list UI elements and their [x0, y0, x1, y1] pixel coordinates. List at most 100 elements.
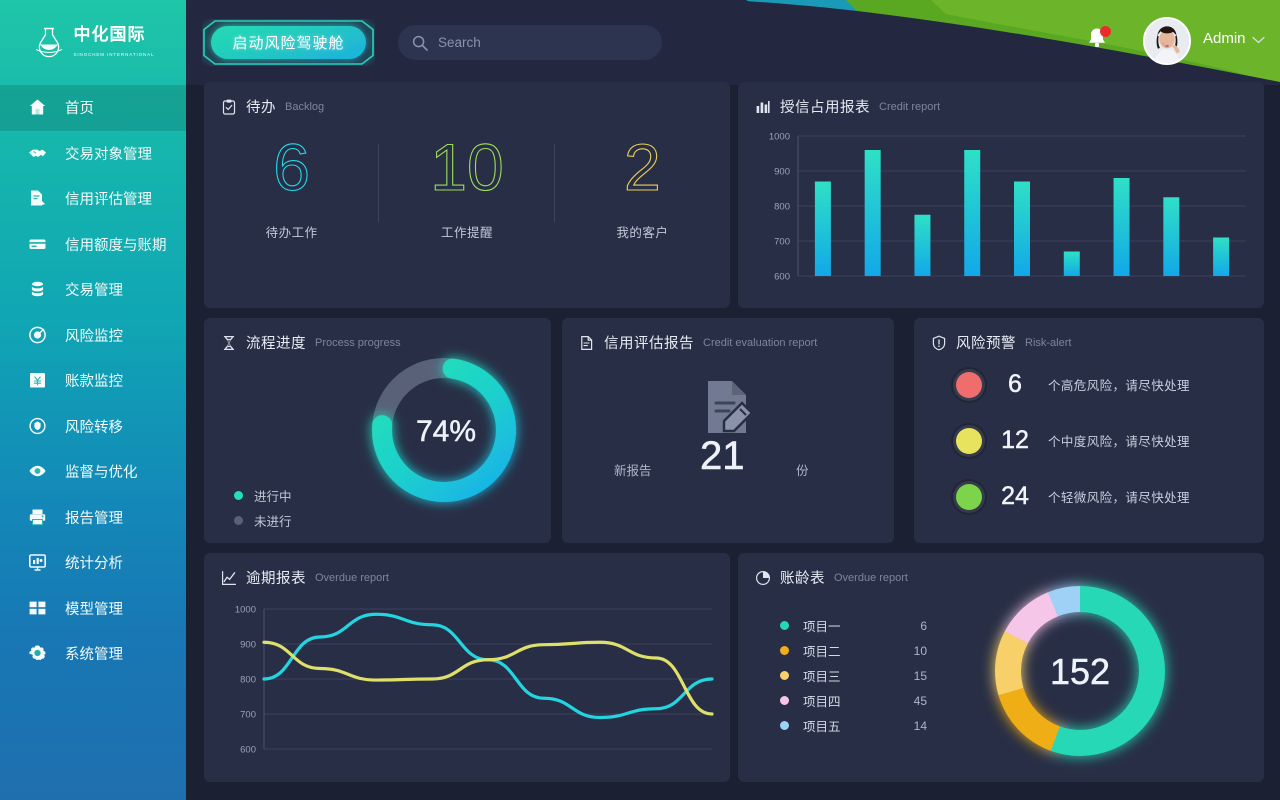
sidebar-item-7[interactable]: 账款监控 — [0, 358, 186, 404]
brand-logo[interactable]: 中化国际 SINOCHEM INTERNATIONAL — [0, 0, 186, 85]
risk-alert-row-2[interactable]: 12 个中度风险，请尽快处理 — [956, 426, 1190, 455]
search-box[interactable] — [398, 25, 662, 60]
brand-name-en: SINOCHEM INTERNATIONAL — [73, 51, 155, 57]
card-aging-report-title-en: Overdue report — [834, 571, 908, 584]
avatar[interactable] — [1143, 17, 1191, 65]
launch-risk-cockpit-button[interactable]: 启动风险驾驶舱 — [202, 19, 375, 66]
sidebar-item-3[interactable]: 信用评估管理 — [0, 176, 186, 222]
database-icon — [31, 282, 44, 297]
backlog-stat-label: 待办工作 — [265, 226, 318, 240]
card-risk-alert-title-en: Risk-alert — [1025, 336, 1072, 349]
risk-level-dot — [956, 483, 982, 510]
user-name[interactable]: Admin — [1203, 30, 1246, 47]
aging-legend-row-1[interactable]: 项目一 6 — [780, 613, 927, 638]
sidebar-item-10[interactable]: 报告管理 — [0, 495, 186, 541]
chevron-down-icon[interactable] — [1252, 36, 1265, 44]
credit-evaluation-unit: 份 — [796, 464, 809, 478]
sidebar-item-11[interactable]: 统计分析 — [0, 540, 186, 586]
search-input[interactable] — [438, 35, 648, 50]
sidebar-item-2[interactable]: 交易对象管理 — [0, 131, 186, 177]
legend-label: 项目二 — [803, 645, 841, 659]
svg-text:700: 700 — [774, 237, 790, 248]
search-icon — [412, 35, 428, 51]
backlog-stat-3[interactable]: 2 我的客户 — [555, 133, 730, 241]
legend-dot — [234, 491, 243, 500]
risk-alert-row-1[interactable]: 6 个高危风险，请尽快处理 — [956, 370, 1190, 399]
legend-label: 项目四 — [803, 695, 841, 709]
backlog-stat-value: 10 — [430, 130, 505, 204]
card-risk-alert-header: 风险预警 Risk-alert — [931, 332, 1071, 353]
credit-evaluation-count: 21 — [700, 434, 745, 479]
backlog-stats: 6 待办工作 10 工作提醒 2 我的客户 — [204, 130, 730, 241]
sidebar-item-12[interactable]: 模型管理 — [0, 586, 186, 632]
aging-report-donut: 152 — [995, 586, 1165, 756]
sidebar-item-label: 系统管理 — [65, 647, 123, 664]
process-progress-percent: 74% — [416, 415, 476, 448]
hourglass-icon — [223, 335, 235, 350]
card-overdue-report-header: 逾期报表 Overdue report — [221, 567, 389, 588]
sidebar-item-9[interactable]: 监督与优化 — [0, 449, 186, 495]
sidebar-item-label: 信用额度与账期 — [65, 237, 167, 254]
sidebar-item-6[interactable]: 风险监控 — [0, 313, 186, 359]
aging-report-legend: 项目一 6 项目二 10 项目三 15 项目四 45 项目五 14 — [780, 613, 927, 738]
card-overdue-report: 逾期报表 Overdue report 600 700 800 900 1000 — [204, 553, 730, 782]
sidebar-item-label: 监督与优化 — [65, 465, 138, 482]
bar-chart-icon — [756, 100, 770, 113]
aging-legend-row-5[interactable]: 项目五 14 — [780, 713, 927, 738]
sidebar-item-5[interactable]: 交易管理 — [0, 267, 186, 313]
pie-chart-icon — [755, 570, 771, 585]
sidebar-item-8[interactable]: 风险转移 — [0, 404, 186, 450]
flask-icon — [32, 25, 66, 61]
backlog-stat-label: 我的客户 — [616, 226, 669, 240]
brand-text: 中化国际 SINOCHEM INTERNATIONAL — [74, 26, 155, 60]
target-icon — [29, 326, 46, 344]
backlog-stat-1[interactable]: 6 待办工作 — [204, 130, 380, 241]
sidebar-item-label: 交易对象管理 — [65, 146, 152, 163]
process-progress-legend-item-2[interactable]: 未进行 — [234, 511, 292, 530]
sidebar-item-label: 交易管理 — [65, 283, 123, 300]
document-edit-illustration-icon — [708, 381, 754, 433]
card-risk-alert: 风险预警 Risk-alert 6 个高危风险，请尽快处理 12 个中度风险，请尽快处… — [914, 318, 1264, 543]
legend-dot — [780, 696, 789, 705]
report-doc-icon — [581, 335, 593, 350]
svg-text:900: 900 — [240, 640, 256, 651]
risk-alert-text: 个高危风险，请尽快处理 — [1048, 379, 1190, 393]
legend-value: 15 — [913, 668, 927, 683]
legend-dot — [780, 671, 789, 680]
shield-transfer-icon — [29, 417, 46, 434]
card-credit-evaluation-title-en: Credit evaluation report — [703, 336, 818, 349]
card-backlog: 待办 Backlog 6 待办工作 10 工作提醒 2 我的客户 — [204, 82, 730, 308]
sidebar-item-4[interactable]: 信用额度与账期 — [0, 222, 186, 268]
svg-text:800: 800 — [240, 675, 256, 686]
backlog-stat-2[interactable]: 10 工作提醒 — [379, 130, 555, 241]
risk-alert-count: 24 — [1001, 482, 1029, 511]
card-credit-report-header: 授信占用报表 Credit report — [755, 96, 940, 117]
aging-report-total: 152 — [1050, 651, 1110, 692]
sidebar-item-label: 信用评估管理 — [65, 192, 152, 209]
aging-legend-row-2[interactable]: 项目二 10 — [780, 638, 927, 663]
backlog-stat-label: 工作提醒 — [440, 226, 493, 240]
aging-legend-row-3[interactable]: 项目三 15 — [780, 663, 927, 688]
card-aging-report-title-cn: 账龄表 — [780, 571, 825, 587]
svg-text:800: 800 — [774, 202, 790, 213]
backlog-stat-value: 6 — [273, 130, 311, 204]
legend-label: 项目五 — [803, 720, 841, 734]
svg-text:600: 600 — [774, 272, 790, 283]
credit-report-bar-chart: 600 700 800 900 1000 — [769, 132, 1246, 283]
legend-value: 10 — [913, 643, 927, 658]
risk-alert-text: 个轻微风险，请尽快处理 — [1048, 491, 1190, 505]
sidebar-item-13[interactable]: 系统管理 — [0, 631, 186, 677]
card-backlog-title-en: Backlog — [285, 100, 325, 113]
svg-text:900: 900 — [774, 167, 790, 178]
printer-icon — [29, 509, 46, 525]
aging-legend-row-4[interactable]: 项目四 45 — [780, 688, 927, 713]
sidebar-item-1[interactable]: 首页 — [0, 85, 186, 131]
process-progress-legend-item-1[interactable]: 进行中 — [234, 486, 292, 505]
legend-label: 项目三 — [803, 670, 841, 684]
credit-card-icon — [29, 239, 46, 249]
risk-level-dot — [956, 371, 982, 398]
card-credit-evaluation-header: 信用评估报告 Credit evaluation report — [579, 332, 817, 353]
card-credit-evaluation-title-cn: 信用评估报告 — [604, 336, 694, 352]
risk-alert-row-3[interactable]: 24 个轻微风险，请尽快处理 — [956, 482, 1190, 511]
dashboard-root: 中化国际 SINOCHEM INTERNATIONAL 首页 交易对象管理 信用评估… — [0, 0, 1280, 800]
